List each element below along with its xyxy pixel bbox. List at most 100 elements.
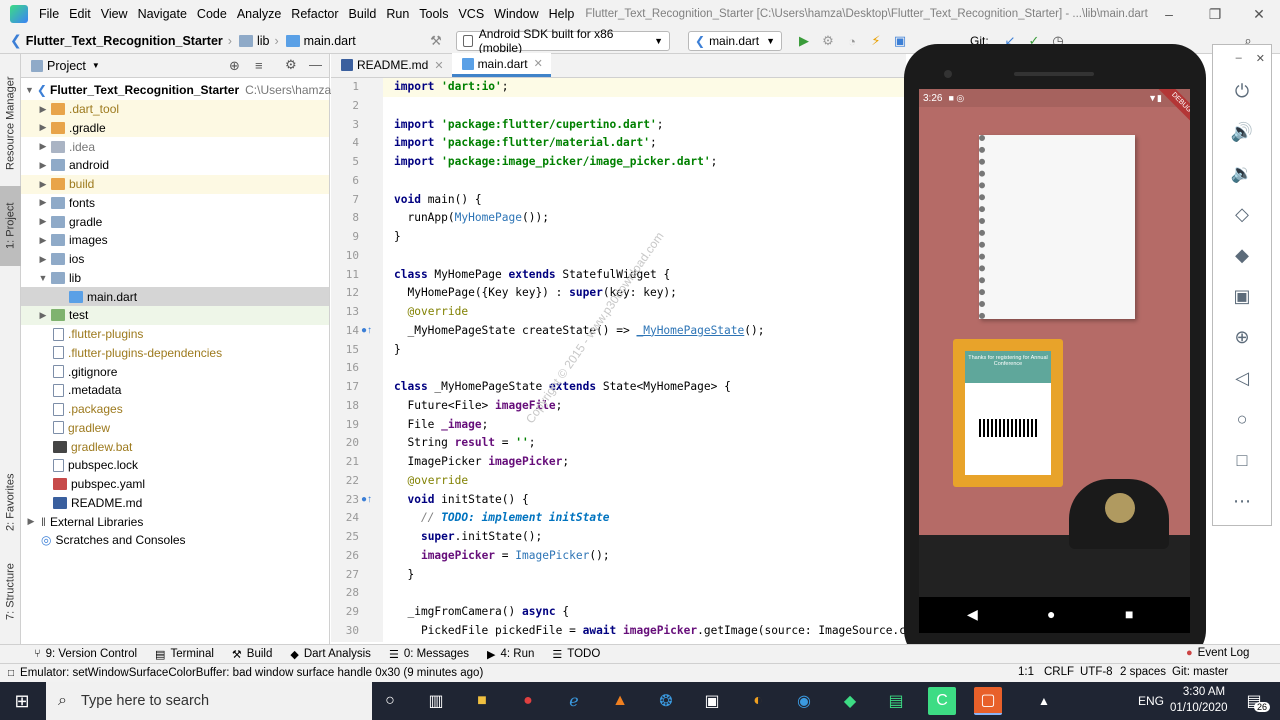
tree-item-build[interactable]: ▶ build [21,174,329,194]
tree-item-packages[interactable]: .packages [21,400,329,419]
project-view-selector[interactable]: Project [47,59,86,73]
tree-item-flutter-plugins-dependencies[interactable]: .flutter-plugins-dependencies [21,344,329,363]
clock-date[interactable]: 01/10/2020 [1170,702,1228,714]
device-selector[interactable]: Android SDK built for x86 (mobile) ▼ [456,27,670,55]
menu-code[interactable]: Code [192,0,232,28]
tree-item-dart-tool[interactable]: ▶ .dart_tool [21,99,329,119]
file-explorer-icon[interactable]: ■ [468,687,496,715]
gear-icon[interactable]: ⚙ [285,57,297,73]
tool-version-control[interactable]: ⑂ 9: Version Control [34,648,137,660]
tree-item-images[interactable]: ▶ images [21,231,329,250]
more-icon[interactable]: ⋯ [1213,481,1271,522]
tree-item-lib[interactable]: ▼ lib [21,269,329,288]
volume-down-icon[interactable]: 🔉 [1213,153,1271,194]
override-gutter-icon[interactable]: ●↑ [361,325,372,336]
clock-time[interactable]: 3:30 AM [1178,686,1230,698]
tree-item-pubspec-lock[interactable]: pubspec.lock [21,456,329,475]
menu-tools[interactable]: Tools [414,0,453,28]
tree-item-android[interactable]: ▶ android [21,156,329,175]
overview-icon[interactable]: □ [1213,440,1271,481]
code-editor[interactable]: import 'dart:io'; import 'package:flutte… [383,78,906,642]
camtasia-icon[interactable]: C [928,687,956,715]
menu-edit[interactable]: Edit [64,0,96,28]
minimize-icon[interactable]: – [1146,0,1192,28]
profile-icon[interactable]: ◔ [843,32,861,50]
store-icon[interactable]: ▣ [698,687,726,715]
home-icon[interactable]: ○ [1213,399,1271,440]
hot-reload-icon[interactable]: ⚡ [867,32,885,50]
android-studio-icon[interactable]: ◆ [836,687,864,715]
tree-item-gradle-hidden[interactable]: ▶ .gradle [21,118,329,138]
tree-item-metadata[interactable]: .metadata [21,381,329,400]
file-encoding[interactable]: UTF-8 [1080,666,1113,678]
emulator-screen[interactable]: 3:26 ■ ◎ ▼▮ DEBUG Thanks for registering… [919,89,1190,597]
tool-build[interactable]: ⚒ Build [232,648,272,661]
close-icon[interactable]: ✕ [1236,0,1280,28]
app-icon[interactable]: ❂ [652,687,680,715]
rotate-left-icon[interactable]: ◇ [1213,194,1271,235]
tree-item-gradlew-bat[interactable]: gradlew.bat [21,437,329,456]
tool-event-log[interactable]: ● Event Log [1186,647,1249,659]
system-tray-icons[interactable]: ▲ [1030,687,1058,715]
caret-position[interactable]: 1:1 [1018,666,1034,678]
edge-icon[interactable]: ℯ [560,687,588,715]
zoom-icon[interactable]: ⊕ [1213,317,1271,358]
app-icon[interactable]: ◉ [790,687,818,715]
overview-icon[interactable]: ■ [1125,606,1133,622]
tree-item-external-libraries[interactable]: ▶ ‖ External Libraries [21,512,329,531]
tree-item-fonts[interactable]: ▶ fonts [21,194,329,213]
locate-icon[interactable]: ⊕ [229,58,240,74]
debug-icon[interactable]: ⚙ [819,32,837,50]
collapse-all-icon[interactable]: ≡ [255,58,263,73]
task-view-icon[interactable]: ▥ [422,687,450,715]
tree-item-gradle[interactable]: ▶ gradle [21,212,329,231]
minimize-icon[interactable]: – [1236,52,1242,64]
app-icon[interactable]: ◐ [744,687,772,715]
chrome-icon[interactable]: ● [514,687,542,715]
tree-item-flutter-plugins[interactable]: .flutter-plugins [21,325,329,344]
back-icon[interactable]: ◁ [1213,358,1271,399]
project-tab[interactable]: 1: Project [0,186,21,266]
tool-messages[interactable]: ☰ 0: Messages [389,648,469,661]
menu-analyze[interactable]: Analyze [232,0,286,28]
menu-file[interactable]: File [34,0,64,28]
home-icon[interactable]: ● [1047,606,1055,622]
resource-manager-tab[interactable]: Resource Manager [0,68,21,178]
indent-setting[interactable]: 2 spaces [1120,666,1166,678]
app-icon[interactable]: ▤ [882,687,910,715]
tree-item-ios[interactable]: ▶ ios [21,250,329,269]
tree-item-idea[interactable]: ▶ .idea [21,137,329,156]
menu-vcs[interactable]: VCS [453,0,489,28]
favorites-tab[interactable]: 2: Favorites [0,462,21,542]
close-icon[interactable]: ✕ [434,59,443,72]
tool-terminal[interactable]: ▤ Terminal [155,648,214,661]
menu-build[interactable]: Build [344,0,382,28]
hammer-icon[interactable]: ⚒ [427,32,445,50]
power-icon[interactable]: ⏻ [1213,71,1271,112]
close-icon[interactable]: ✕ [534,57,543,70]
tree-item-scratches[interactable]: ◎ Scratches and Consoles [21,531,329,550]
tree-item-gitignore[interactable]: .gitignore [21,362,329,381]
menu-run[interactable]: Run [381,0,414,28]
tree-item-readme[interactable]: README.md [21,494,329,513]
run-icon[interactable]: ▶ [795,32,813,50]
restore-icon[interactable]: ❐ [1192,0,1238,28]
rotate-right-icon[interactable]: ◆ [1213,235,1271,276]
hide-panel-icon[interactable]: — [309,57,322,72]
tool-dart-analysis[interactable]: ◆ Dart Analysis [290,648,371,661]
line-separator[interactable]: CRLF [1044,666,1074,678]
status-message[interactable]: Emulator: setWindowSurfaceColorBuffer: b… [20,667,483,679]
menu-help[interactable]: Help [544,0,580,28]
tab-readme[interactable]: README.md ✕ [331,53,452,77]
flutter-inspector-icon[interactable]: ▣ [891,32,909,50]
menu-view[interactable]: View [96,0,133,28]
vlc-icon[interactable]: ▲ [606,687,634,715]
tab-main-dart[interactable]: main.dart ✕ [451,53,551,77]
override-gutter-icon[interactable]: ●↑ [361,494,372,505]
tree-root[interactable]: ▼ ❮ Flutter_Text_Recognition_Starter C:\… [21,81,350,100]
tree-item-gradlew[interactable]: gradlew [21,419,329,438]
windows-start-icon[interactable]: ⊞ [8,687,36,715]
structure-tab[interactable]: 7: Structure [0,552,21,632]
breadcrumb-folder[interactable]: lib [257,34,270,48]
screenshot-icon[interactable]: ▣ [1213,276,1271,317]
